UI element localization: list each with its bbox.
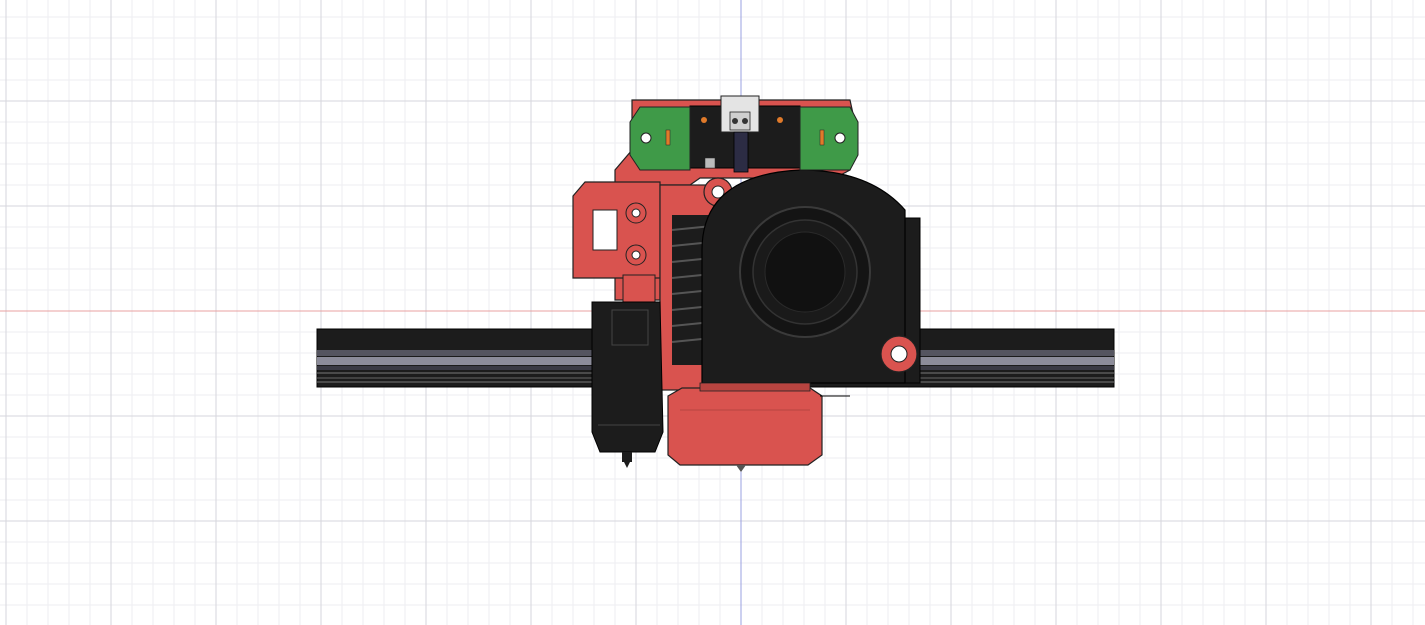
hotend-icon[interactable] xyxy=(591,274,664,468)
blower-fan-icon[interactable] xyxy=(701,169,921,384)
cooling-duct[interactable] xyxy=(667,382,823,472)
cad-canvas[interactable] xyxy=(0,0,1425,625)
endstop-board-icon[interactable] xyxy=(629,95,859,173)
cad-viewport[interactable] xyxy=(0,0,1425,625)
